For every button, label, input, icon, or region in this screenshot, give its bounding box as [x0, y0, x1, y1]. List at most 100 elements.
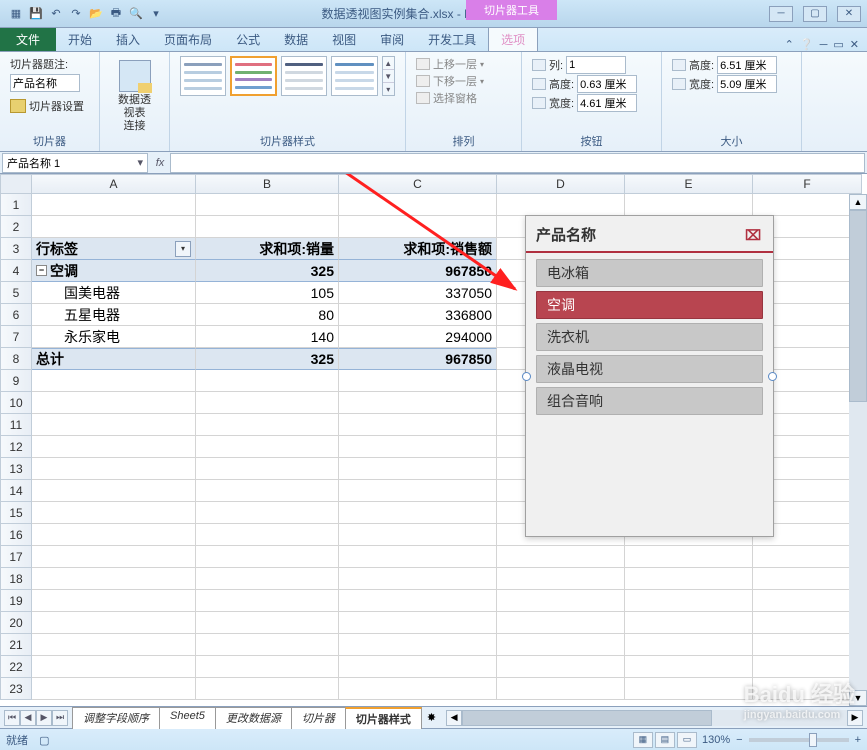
cell[interactable]: [625, 634, 753, 656]
tab-options[interactable]: 选项: [488, 27, 538, 51]
row-header[interactable]: 9: [0, 370, 32, 392]
cell[interactable]: [32, 634, 196, 656]
cell[interactable]: [753, 194, 862, 216]
slicer-item[interactable]: 空调: [536, 291, 763, 319]
cell[interactable]: [32, 568, 196, 590]
cell[interactable]: [339, 590, 497, 612]
style-thumb-2-selected[interactable]: [230, 56, 276, 96]
cell[interactable]: 求和项:销量: [196, 238, 339, 260]
cell[interactable]: [32, 436, 196, 458]
cell[interactable]: 337050: [339, 282, 497, 304]
row-labels-filter-icon[interactable]: ▾: [175, 241, 191, 257]
slicer-item[interactable]: 电冰箱: [536, 259, 763, 287]
preview-icon[interactable]: 🔍: [128, 6, 144, 22]
tab-file[interactable]: 文件: [0, 28, 56, 51]
sheet-nav-next-icon[interactable]: ▶: [36, 710, 52, 726]
slicer-item[interactable]: 液晶电视: [536, 355, 763, 383]
cell[interactable]: [32, 590, 196, 612]
cell[interactable]: 967850: [339, 260, 497, 282]
cell[interactable]: 105: [196, 282, 339, 304]
undo-icon[interactable]: ↶: [48, 6, 64, 22]
btn-width-input[interactable]: [577, 94, 637, 112]
cell[interactable]: [32, 194, 196, 216]
cell[interactable]: [339, 612, 497, 634]
cell[interactable]: [32, 480, 196, 502]
doc-minimize-icon[interactable]: ─: [820, 39, 828, 51]
cell[interactable]: 国美电器: [32, 282, 196, 304]
gallery-more-button[interactable]: ▲▼▾: [382, 56, 396, 96]
cell[interactable]: [339, 524, 497, 546]
slicer-product-name[interactable]: 产品名称 电冰箱空调洗衣机液晶电视组合音响: [525, 215, 774, 537]
cell[interactable]: 永乐家电: [32, 326, 196, 348]
cell[interactable]: [625, 590, 753, 612]
style-thumb-4[interactable]: [331, 56, 377, 96]
tab-insert[interactable]: 插入: [104, 28, 152, 51]
cell[interactable]: [196, 524, 339, 546]
row-header[interactable]: 1: [0, 194, 32, 216]
cell[interactable]: [196, 546, 339, 568]
cell[interactable]: [625, 546, 753, 568]
slicer-item[interactable]: 洗衣机: [536, 323, 763, 351]
cell[interactable]: [339, 194, 497, 216]
cell[interactable]: [196, 194, 339, 216]
row-header[interactable]: 22: [0, 656, 32, 678]
cell[interactable]: [196, 634, 339, 656]
cell[interactable]: [32, 612, 196, 634]
cell[interactable]: −空调: [32, 260, 196, 282]
doc-close-icon[interactable]: ✕: [850, 38, 859, 51]
cell[interactable]: [32, 216, 196, 238]
cell[interactable]: [753, 656, 862, 678]
row-header[interactable]: 6: [0, 304, 32, 326]
row-header[interactable]: 2: [0, 216, 32, 238]
sheet-nav-prev-icon[interactable]: ◀: [20, 710, 36, 726]
scroll-up-icon[interactable]: ▲: [849, 194, 867, 210]
cell[interactable]: [196, 612, 339, 634]
zoom-knob[interactable]: [809, 733, 817, 747]
tab-review[interactable]: 审阅: [368, 28, 416, 51]
size-height-input[interactable]: [717, 56, 777, 74]
row-header[interactable]: 5: [0, 282, 32, 304]
style-thumb-3[interactable]: [281, 56, 327, 96]
cell[interactable]: [753, 634, 862, 656]
cell[interactable]: [339, 634, 497, 656]
cell[interactable]: [196, 216, 339, 238]
cell[interactable]: 140: [196, 326, 339, 348]
cell[interactable]: [497, 546, 625, 568]
cell[interactable]: [339, 656, 497, 678]
cell[interactable]: [196, 678, 339, 700]
cell[interactable]: [753, 612, 862, 634]
sheet-tab[interactable]: 更改数据源: [215, 707, 292, 729]
cell[interactable]: [32, 678, 196, 700]
maximize-button[interactable]: ▢: [803, 6, 827, 22]
cell[interactable]: [625, 194, 753, 216]
row-header[interactable]: 15: [0, 502, 32, 524]
tab-layout[interactable]: 页面布局: [152, 28, 224, 51]
cell[interactable]: [196, 370, 339, 392]
cell[interactable]: [339, 370, 497, 392]
sheet-tab[interactable]: Sheet5: [159, 707, 216, 729]
page-break-view-icon[interactable]: ▭: [677, 732, 697, 748]
cell[interactable]: [497, 678, 625, 700]
namebox-dropdown-icon[interactable]: ▾: [137, 156, 143, 169]
cell[interactable]: [339, 502, 497, 524]
cell[interactable]: [625, 678, 753, 700]
row-header[interactable]: 18: [0, 568, 32, 590]
cell[interactable]: [753, 678, 862, 700]
slicer-settings-button[interactable]: 切片器设置: [10, 98, 89, 114]
save-icon[interactable]: 💾: [28, 6, 44, 22]
cell[interactable]: [339, 568, 497, 590]
cell[interactable]: [753, 546, 862, 568]
cell[interactable]: [339, 678, 497, 700]
col-header-F[interactable]: F: [753, 174, 862, 194]
cell[interactable]: 294000: [339, 326, 497, 348]
cell[interactable]: [339, 546, 497, 568]
cell[interactable]: [196, 414, 339, 436]
pivot-connections-button[interactable]: 数据透视表 连接: [110, 56, 159, 138]
cell[interactable]: [196, 590, 339, 612]
cell[interactable]: 五星电器: [32, 304, 196, 326]
cell[interactable]: [196, 480, 339, 502]
cell[interactable]: [339, 458, 497, 480]
sheet-nav-first-icon[interactable]: ⏮: [4, 710, 20, 726]
cell[interactable]: [497, 194, 625, 216]
cell[interactable]: 总计: [32, 348, 196, 370]
